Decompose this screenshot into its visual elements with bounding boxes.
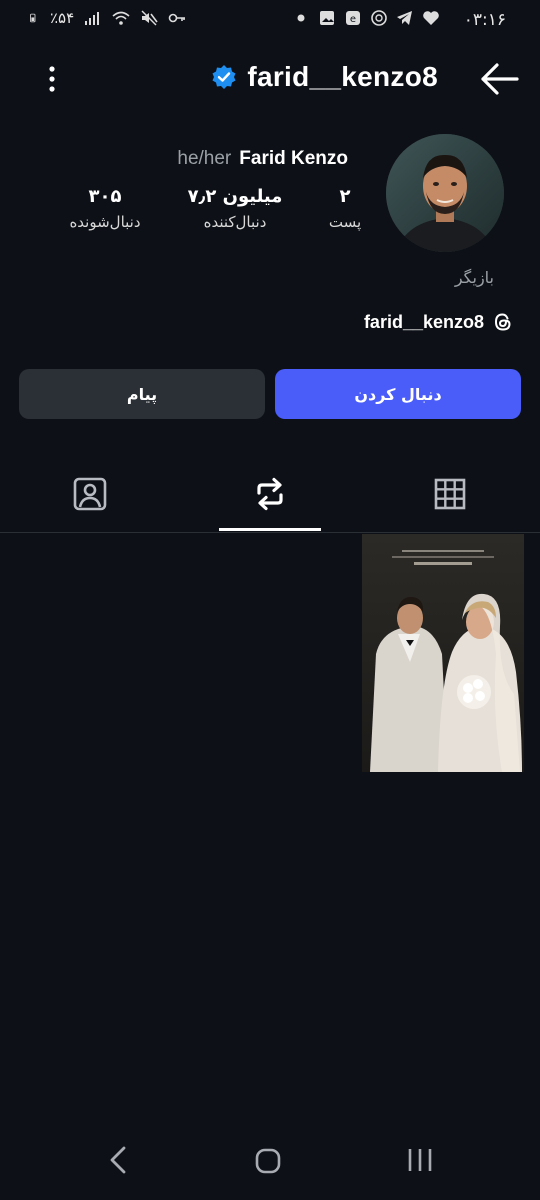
nav-home-button[interactable] xyxy=(254,1147,282,1175)
threads-link[interactable]: farid__kenzo8 xyxy=(364,311,514,333)
profile-display-name: Farid Kenzo xyxy=(239,148,348,169)
profile-pronouns: he/her xyxy=(177,148,232,169)
follow-button[interactable]: دنبال کردن xyxy=(275,369,521,419)
wifi-icon xyxy=(112,11,130,25)
status-bar: ٪۵۴ e ۰۳:۱۶ xyxy=(0,0,540,40)
edge-icon: e xyxy=(346,11,360,25)
wedding-photo xyxy=(362,534,524,772)
username-row: farid__kenzo8 xyxy=(211,61,438,93)
dot-icon xyxy=(297,14,305,22)
active-tab-indicator xyxy=(219,528,321,531)
tab-grid[interactable] xyxy=(360,455,540,533)
profile-category: بازیگر xyxy=(454,268,494,287)
key-icon xyxy=(168,13,186,23)
home-icon xyxy=(255,1148,281,1174)
battery-icon xyxy=(30,13,36,23)
threads-handle: farid__kenzo8 xyxy=(363,311,484,332)
status-notification-icons: e xyxy=(292,9,440,27)
profile-tabs xyxy=(0,455,540,533)
stat-followers[interactable]: ۷٫۲ میلیون دنبال‌کننده xyxy=(160,186,310,231)
repost-icon xyxy=(257,477,283,511)
nav-recents-button[interactable] xyxy=(404,1146,436,1174)
verified-badge-icon xyxy=(212,65,236,89)
grid-icon xyxy=(434,478,466,510)
more-options-button[interactable] xyxy=(38,63,66,97)
back-button[interactable] xyxy=(480,61,520,97)
svg-text:e: e xyxy=(350,14,356,25)
more-vertical-icon xyxy=(49,66,55,92)
mute-icon xyxy=(141,10,158,26)
gallery-icon xyxy=(320,11,334,25)
recents-icon xyxy=(408,1149,432,1171)
avatar-photo xyxy=(386,134,504,252)
system-navigation-bar xyxy=(0,1130,540,1190)
message-button[interactable]: پیام xyxy=(19,369,265,419)
stat-following-value: ۳۰۵ xyxy=(88,186,122,207)
stat-posts[interactable]: ۲ پست xyxy=(300,186,390,231)
signal-icon xyxy=(85,12,100,25)
repost-thumbnail[interactable] xyxy=(362,534,524,772)
stat-following-label: دنبال‌شونده xyxy=(69,213,141,231)
profile-header: farid__kenzo8 xyxy=(0,55,540,105)
status-system-icons: ٪۵۴ xyxy=(30,9,186,27)
nav-back-button[interactable] xyxy=(104,1144,132,1176)
profile-username: farid__kenzo8 xyxy=(247,61,438,92)
arrow-back-icon xyxy=(481,63,519,95)
stat-followers-value: ۷٫۲ میلیون xyxy=(187,186,283,207)
profile-avatar[interactable] xyxy=(386,134,504,252)
stat-posts-value: ۲ xyxy=(339,186,351,207)
telegram-icon xyxy=(397,11,412,25)
chatgpt-icon xyxy=(371,10,387,26)
status-time: ۰۳:۱۶ xyxy=(463,10,506,30)
tab-tagged[interactable] xyxy=(0,455,180,533)
stat-followers-label: دنبال‌کننده xyxy=(203,213,267,231)
battery-percent: ٪۵۴ xyxy=(50,9,75,27)
tagged-person-icon xyxy=(73,477,107,511)
stat-following[interactable]: ۳۰۵ دنبال‌شونده xyxy=(40,186,170,231)
stat-posts-label: پست xyxy=(328,213,362,231)
tab-reposts[interactable] xyxy=(180,455,360,533)
threads-icon xyxy=(494,313,511,331)
profile-name-row: he/her Farid Kenzo xyxy=(177,148,348,170)
heart-icon xyxy=(423,11,439,25)
chevron-left-icon xyxy=(110,1146,126,1174)
